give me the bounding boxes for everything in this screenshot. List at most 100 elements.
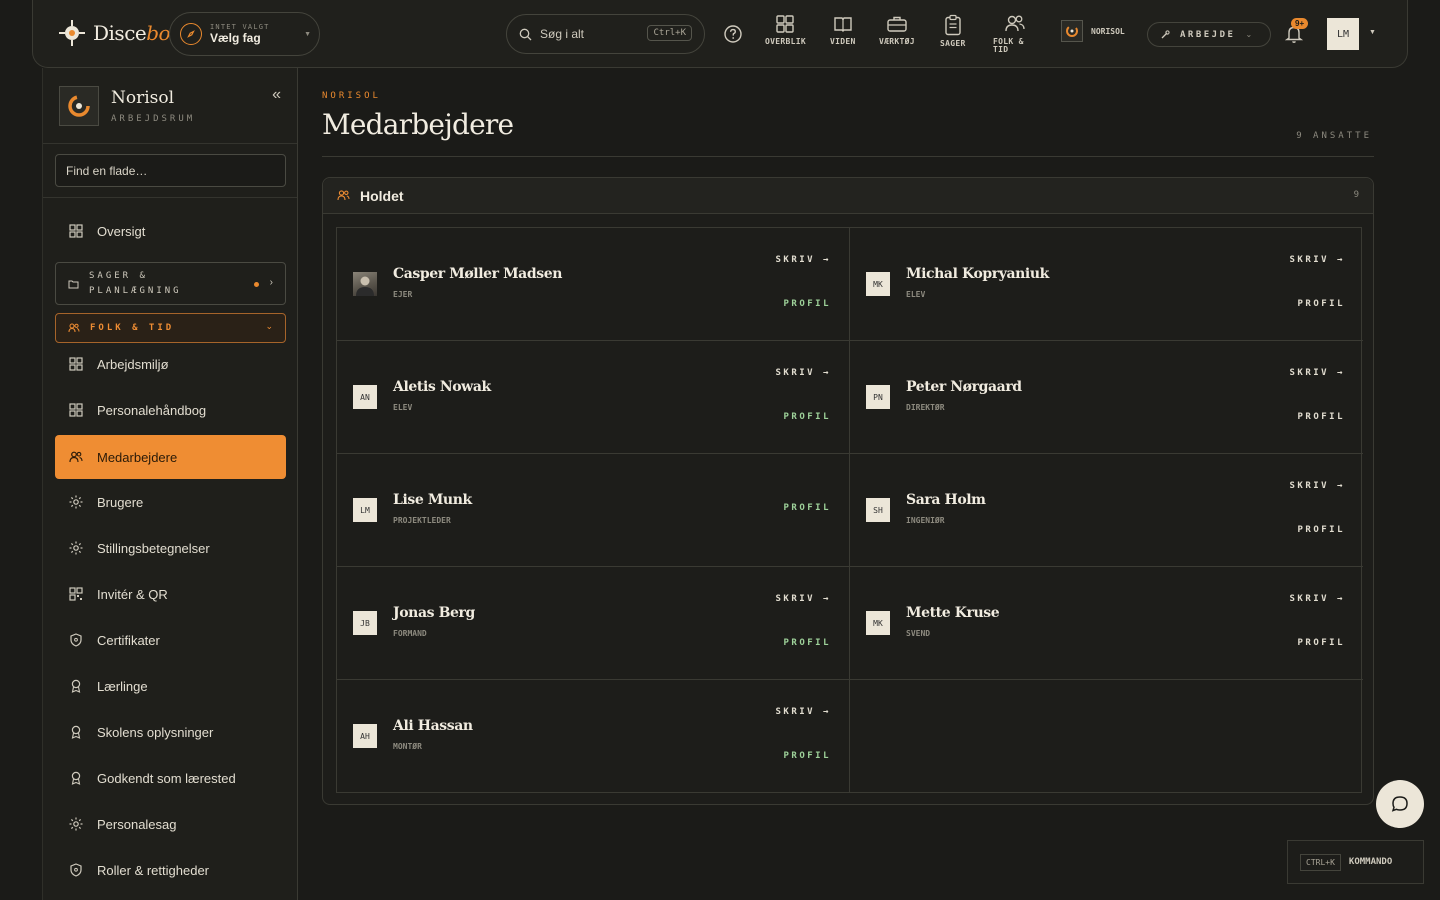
subject-status: INTET VALGT [210, 23, 270, 31]
nav-viden[interactable]: VIDEN [830, 14, 856, 46]
sidebar-item-label: Oversigt [97, 223, 146, 239]
employee-grid: Casper Møller Madsen EJER SKRIV → PROFIL … [336, 227, 1363, 793]
org-switcher[interactable]: NORISOL [1061, 20, 1125, 42]
sidebar-item-label: Personalesag [97, 816, 177, 832]
sidebar-item-arbejdsmiljoe[interactable]: Arbejdsmiljø [55, 342, 286, 386]
nav-sager[interactable]: SAGER [940, 14, 966, 48]
sidebar-item-brugere[interactable]: Brugere [55, 480, 286, 524]
collapse-sidebar-icon[interactable]: « [272, 86, 281, 104]
employee-role: EJER [393, 290, 413, 299]
write-message-link[interactable]: SKRIV → [775, 594, 831, 604]
sidebar-item-label: Stillingsbetegnelser [97, 540, 210, 556]
grid-icon [69, 357, 83, 371]
employee-role: PROJEKTLEDER [393, 516, 451, 525]
logo-mark-icon [57, 18, 87, 48]
briefcase-icon [886, 14, 908, 34]
employee-name[interactable]: Aletis Nowak [393, 379, 491, 395]
write-message-link[interactable]: SKRIV → [775, 368, 831, 378]
employee-name[interactable]: Mette Kruse [906, 605, 1000, 621]
write-message-link[interactable]: SKRIV → [775, 255, 831, 265]
sidebar-item-label: Brugere [97, 494, 144, 510]
status-dot [254, 282, 259, 287]
subject-selector[interactable]: INTET VALGT Vælg fag ▼ [169, 12, 320, 56]
command-palette-button[interactable]: CTRL+K KOMMANDO [1287, 840, 1424, 884]
write-message-link[interactable]: SKRIV → [1289, 255, 1345, 265]
group-label-line2: PLANLÆGNING [89, 285, 182, 296]
sidebar-group-sager[interactable]: SAGER & PLANLÆGNING › [55, 262, 286, 305]
sidebar-item-laerlinge[interactable]: Lærlinge [55, 664, 286, 708]
profile-link[interactable]: PROFIL [1297, 638, 1345, 648]
nav-label-line2: TID [993, 45, 1009, 54]
sidebar-item-label: Personalehåndbog [97, 402, 207, 418]
arrow-right-icon: → [823, 594, 831, 604]
write-label: SKRIV [1289, 594, 1330, 604]
app-logo[interactable]: Discebo [57, 18, 171, 48]
sidebar-item-godkendt-laerested[interactable]: Godkendt som lærested [55, 756, 286, 800]
sidebar-item-label: Roller & rettigheder [97, 862, 209, 878]
arrow-right-icon: → [1337, 255, 1345, 265]
sidebar-item-skolens-oplysninger[interactable]: Skolens oplysninger [55, 710, 286, 754]
profile-link[interactable]: PROFIL [1297, 525, 1345, 535]
nav-vaerktoej[interactable]: VÆRKTØJ [879, 14, 915, 46]
sidebar-item-inviter-qr[interactable]: Invitér & QR [55, 572, 286, 616]
sidebar-item-label: Certifikater [97, 632, 160, 648]
profile-link[interactable]: PROFIL [783, 503, 831, 513]
sidebar-item-label: Arbejdsmiljø [97, 356, 169, 372]
gear-icon [69, 541, 83, 555]
profile-link[interactable]: PROFIL [1297, 412, 1345, 422]
mode-selector[interactable]: ARBEJDE ⌄ [1147, 22, 1271, 47]
nav-folk-og-tid[interactable]: FOLK & TID [993, 14, 1026, 54]
sidebar-group-folk-og-tid[interactable]: FOLK & TID ⌄ [55, 313, 286, 343]
mode-label: ARBEJDE [1180, 29, 1236, 40]
profile-link[interactable]: PROFIL [783, 412, 831, 422]
arrow-right-icon: → [1337, 368, 1345, 378]
employee-role: MONTØR [393, 742, 422, 751]
avatar: PN [866, 385, 890, 409]
sidebar-item-personalesag[interactable]: Personalesag [55, 802, 286, 846]
sidebar-item-roller-rettigheder[interactable]: Roller & rettigheder [55, 848, 286, 892]
employee-name[interactable]: Ali Hassan [393, 718, 473, 734]
sidebar-item-stillingsbetegnelser[interactable]: Stillingsbetegnelser [55, 526, 286, 570]
employee-name[interactable]: Casper Møller Madsen [393, 266, 562, 282]
sidebar-item-medarbejdere[interactable]: Medarbejdere [55, 435, 286, 479]
write-message-link[interactable]: SKRIV → [1289, 368, 1345, 378]
search-icon [519, 28, 532, 41]
employee-card: MK Mette Kruse SVEND SKRIV → PROFIL [850, 567, 1363, 680]
profile-link[interactable]: PROFIL [783, 751, 831, 761]
employee-name[interactable]: Peter Nørgaard [906, 379, 1022, 395]
profile-link[interactable]: PROFIL [783, 638, 831, 648]
chevron-down-icon: ⌄ [265, 321, 273, 331]
user-menu-caret-icon[interactable]: ▼ [1369, 29, 1376, 36]
employee-name[interactable]: Sara Holm [906, 492, 986, 508]
workspace-name: Norisol [111, 88, 175, 108]
user-avatar[interactable]: LM [1327, 18, 1359, 50]
write-message-link[interactable]: SKRIV → [1289, 481, 1345, 491]
employee-name[interactable]: Michal Kopryaniuk [906, 266, 1049, 282]
chat-bubble-icon [1391, 796, 1408, 812]
employee-name[interactable]: Jonas Berg [393, 605, 475, 621]
nav-overblik[interactable]: OVERBLIK [765, 14, 806, 46]
help-button[interactable] [723, 24, 743, 44]
global-search-input[interactable]: Søg i alt Ctrl+K [506, 14, 705, 54]
workspace-subtitle: ARBEJDSRUM [111, 114, 196, 124]
award-icon [69, 725, 83, 739]
employee-role: FORMAND [393, 629, 427, 638]
shield-icon [69, 863, 83, 877]
gear-icon [69, 495, 83, 509]
sidebar-search-input[interactable]: Find en flade… [55, 154, 286, 187]
profile-link[interactable]: PROFIL [1297, 299, 1345, 309]
chat-button[interactable] [1376, 780, 1424, 828]
sidebar-item-certifikater[interactable]: Certifikater [55, 618, 286, 662]
people-icon [69, 450, 83, 464]
write-message-link[interactable]: SKRIV → [775, 707, 831, 717]
profile-link[interactable]: PROFIL [783, 299, 831, 309]
search-placeholder: Søg i alt [540, 27, 585, 41]
sidebar-item-personalehaandbog[interactable]: Personalehåndbog [55, 388, 286, 432]
write-message-link[interactable]: SKRIV → [1289, 594, 1345, 604]
panel-count: 9 [1353, 190, 1359, 200]
employee-name[interactable]: Lise Munk [393, 492, 472, 508]
org-label: NORISOL [1091, 26, 1125, 36]
sidebar-item-oversigt[interactable]: Oversigt [55, 209, 286, 253]
sidebar-item-label: Skolens oplysninger [97, 724, 214, 740]
folder-icon [68, 279, 79, 289]
